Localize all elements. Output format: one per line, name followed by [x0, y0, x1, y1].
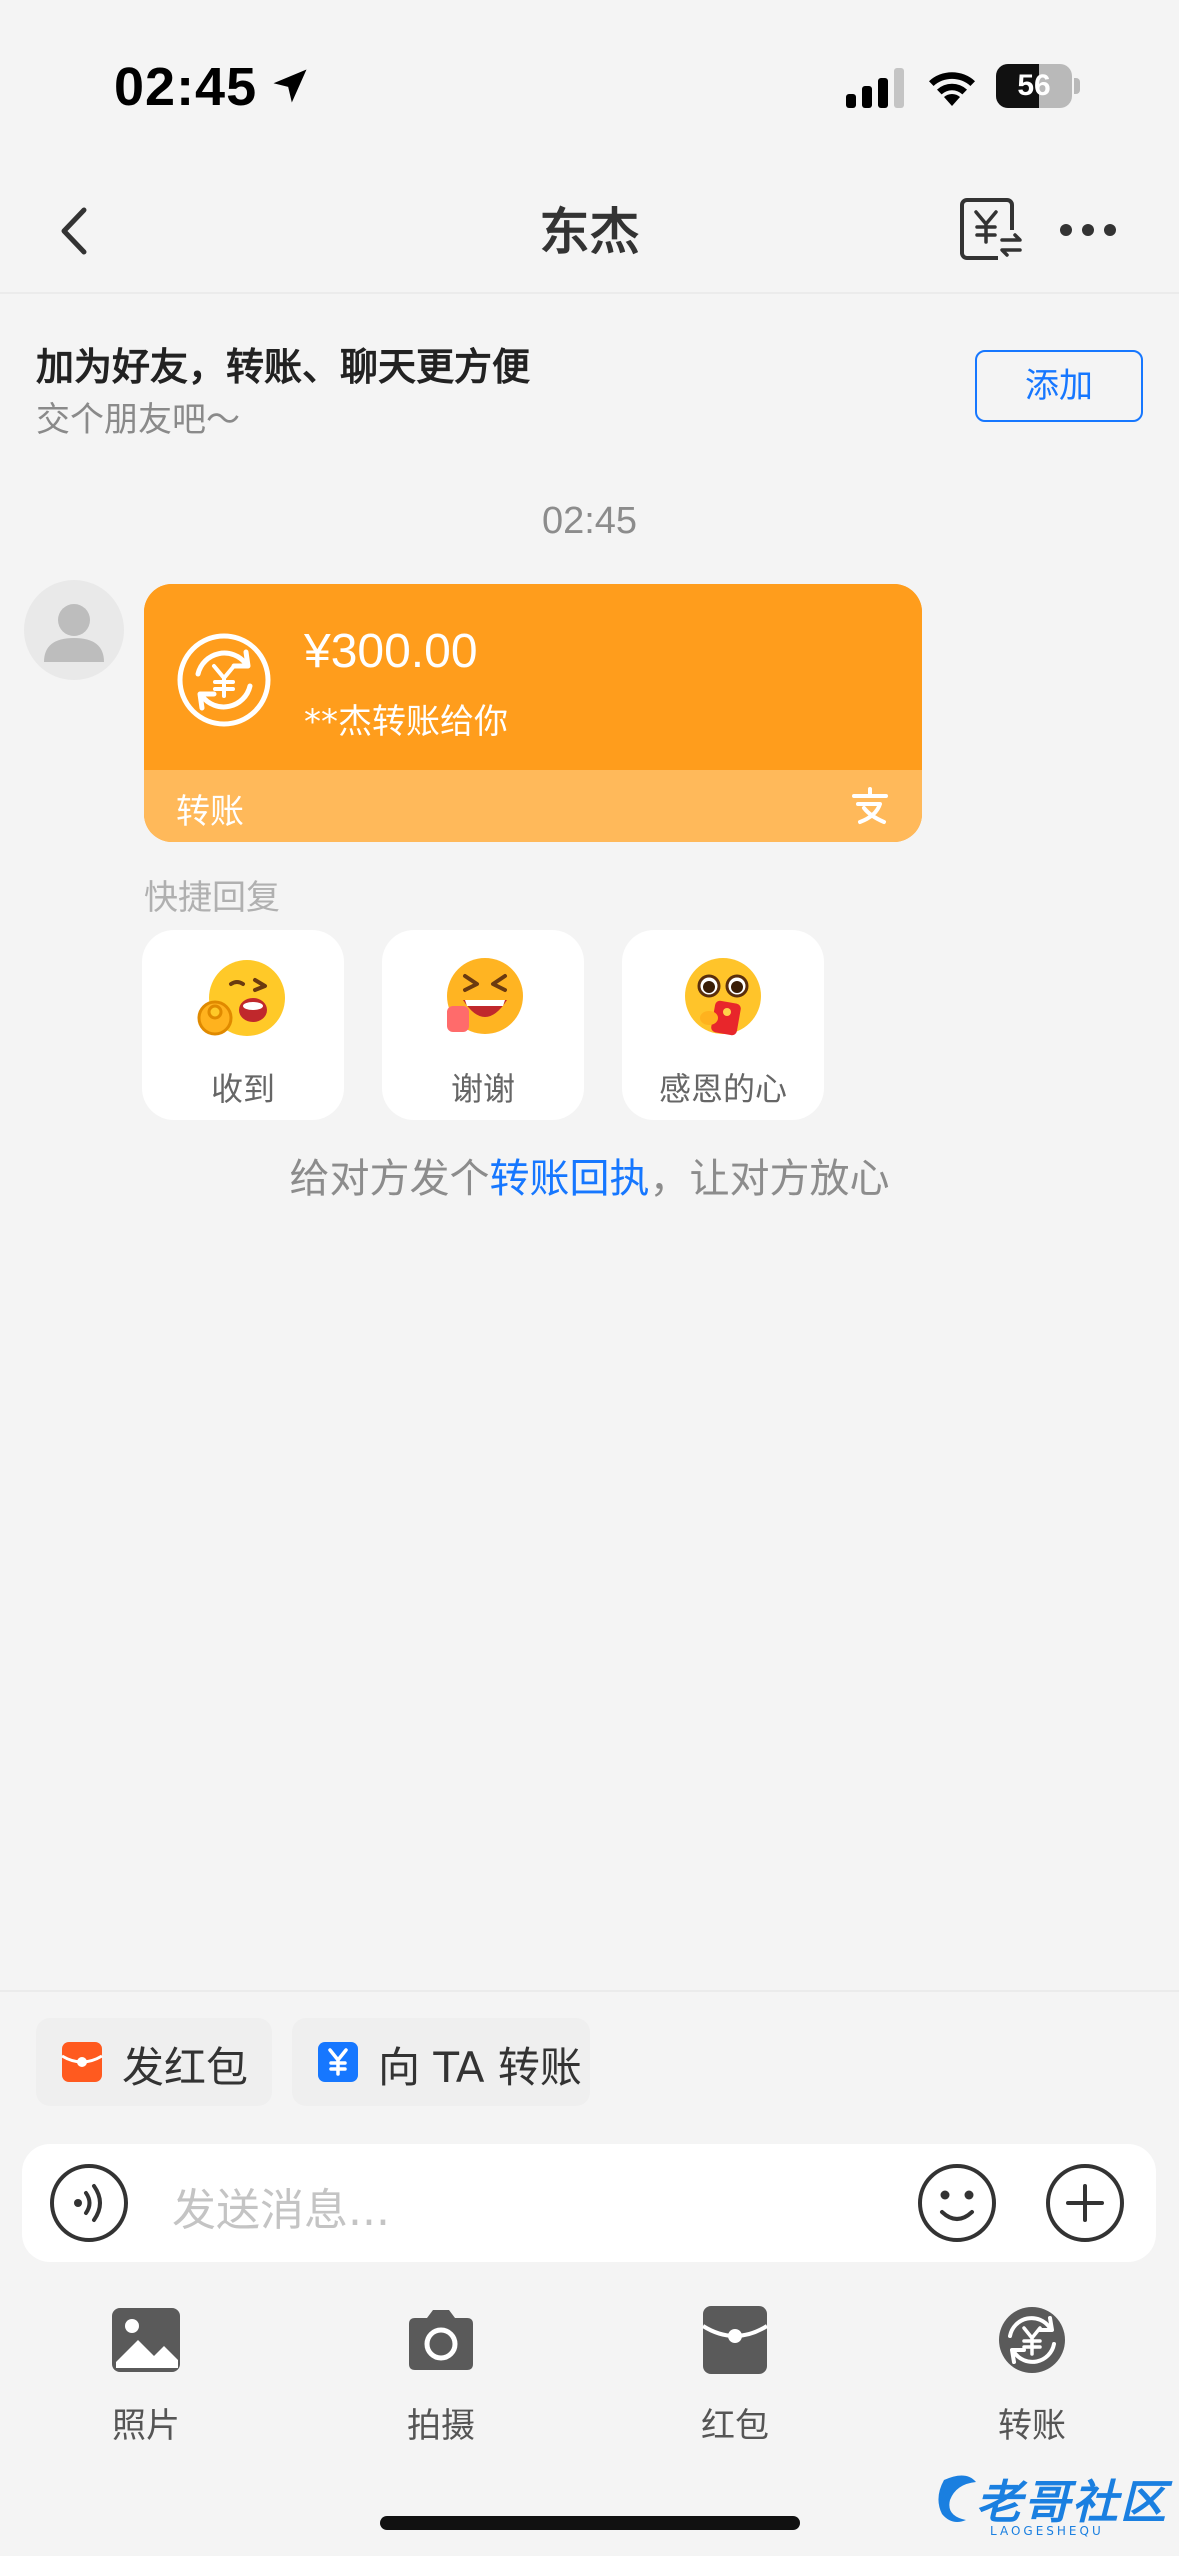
chip-label: 向 TA 转账 [378, 2043, 582, 2092]
transfer-label: 转账 [176, 792, 244, 832]
transfer-icon [999, 2307, 1065, 2373]
transfer-amount: ¥300.00 [304, 625, 478, 678]
receipt-suffix: ，让对方放心 [649, 1156, 890, 1202]
voice-input-icon[interactable] [48, 2162, 130, 2244]
transfer-description: **杰转账给你 [304, 702, 508, 742]
location-arrow-icon [273, 69, 307, 103]
toolbar-camera[interactable]: 拍摄 [366, 2296, 516, 2446]
send-red-envelope-chip[interactable]: 发红包 [36, 2018, 272, 2106]
toolbar-red-envelope[interactable]: 红包 [660, 2296, 810, 2446]
quick-reply-text: 谢谢 [450, 1070, 515, 1108]
watermark-text: 老哥社区 [976, 2475, 1168, 2529]
battery-indicator: 56 [996, 64, 1080, 108]
more-options-icon[interactable] [1056, 210, 1120, 250]
message-input[interactable]: 发送消息... [172, 2174, 390, 2238]
status-time: 02:45 [114, 57, 258, 117]
quick-actions-row: 发红包 向 TA 转账 [0, 1990, 1179, 2120]
avatar[interactable] [24, 580, 124, 680]
plus-icon[interactable] [1044, 2162, 1126, 2244]
toolbar-label: 拍摄 [407, 2406, 475, 2446]
watermark-logo: 老哥社区 LAOGESHEQU [936, 2462, 1172, 2548]
toolbar-label: 照片 [112, 2406, 180, 2446]
add-friend-title: 加为好友，转账、聊天更方便 [36, 345, 531, 389]
add-friend-button[interactable]: 添加 [975, 350, 1143, 422]
add-friend-banner: 加为好友，转账、聊天更方便 交个朋友吧～ 添加 [0, 296, 1179, 444]
transfer-receipt-link[interactable]: 转账回执 [490, 1156, 650, 1202]
emoji-icon[interactable] [916, 2162, 998, 2244]
yuan-transfer-icon [318, 2042, 358, 2082]
watermark-subtext: LAOGESHEQU [990, 2524, 1104, 2538]
grateful-red-envelope-emoji-icon [685, 958, 761, 1036]
quick-reply-label: 快捷回复 [144, 878, 280, 918]
wifi-icon [929, 72, 975, 106]
message-input-bar: 发送消息... [22, 2144, 1156, 2262]
receipt-prefix: 给对方发个 [289, 1156, 490, 1202]
red-envelope-icon [701, 2306, 769, 2374]
toolbar-label: 转账 [998, 2406, 1066, 2446]
message-timestamp: 02:45 [541, 500, 638, 542]
quick-reply-received[interactable]: 收到 [142, 930, 344, 1120]
quick-reply-grateful[interactable]: 感恩的心 [622, 930, 824, 1120]
toolbar-transfer[interactable]: 转账 [957, 2296, 1107, 2446]
alipay-logo-icon [852, 787, 888, 824]
toolbar-label: 红包 [701, 2406, 769, 2446]
battery-level: 56 [1017, 69, 1051, 102]
currency-exchange-icon[interactable] [958, 194, 1024, 264]
transfer-to-ta-chip[interactable]: 向 TA 转账 [292, 2018, 590, 2106]
laughing-emoji-icon [447, 958, 523, 1034]
navigation-bar: 东杰 [0, 170, 1179, 294]
transfer-card[interactable]: ¥300.00 **杰转账给你 转账 [144, 584, 922, 842]
default-avatar-icon [44, 604, 104, 662]
red-envelope-icon [61, 2042, 103, 2082]
home-indicator[interactable] [380, 2516, 800, 2530]
quick-reply-text: 感恩的心 [658, 1070, 787, 1108]
transfer-yuan-icon [177, 633, 271, 727]
quick-reply-text: 收到 [210, 1070, 275, 1108]
cellular-signal-icon [846, 68, 904, 108]
ok-hand-wink-emoji-icon [197, 960, 285, 1036]
photo-icon [112, 2308, 180, 2372]
transfer-receipt-prompt: 给对方发个转账回执，让对方放心 [0, 1146, 1179, 1204]
toolbar-photo[interactable]: 照片 [71, 2296, 221, 2446]
status-bar: 02:45 56 [0, 0, 1179, 170]
chip-label: 发红包 [122, 2043, 249, 2092]
quick-reply-thanks[interactable]: 谢谢 [382, 930, 584, 1120]
add-friend-subtitle: 交个朋友吧～ [36, 400, 240, 440]
camera-icon [409, 2310, 473, 2370]
